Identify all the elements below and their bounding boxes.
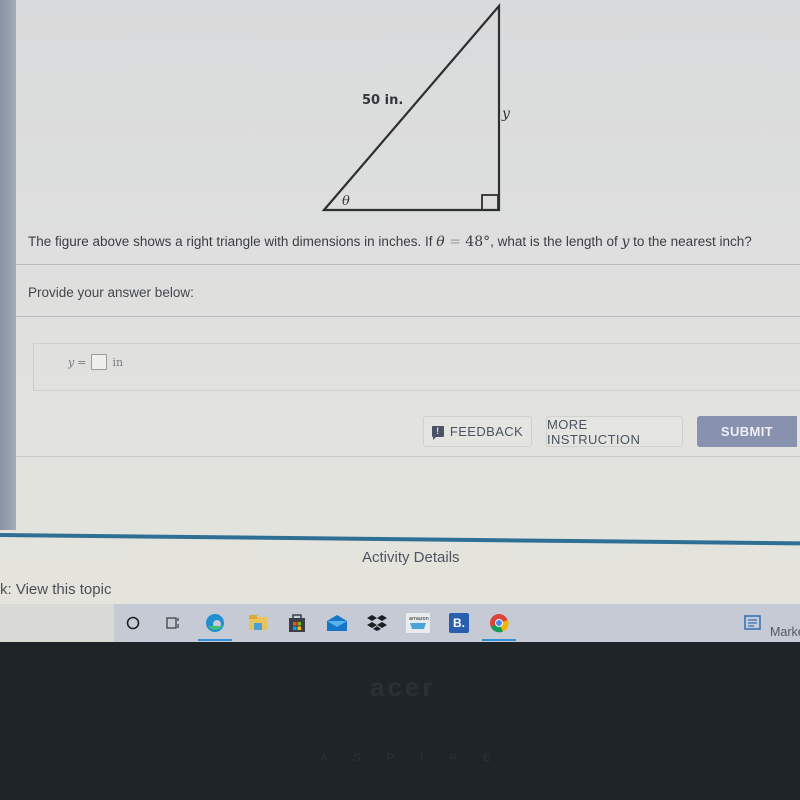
mail-icon [327, 615, 347, 631]
equals-sign: = [444, 234, 466, 250]
answer-unit: in [112, 355, 124, 369]
edge-icon [206, 614, 224, 632]
taskbar-right-label: Marke [770, 625, 800, 639]
activity-details-heading[interactable]: Activity Details [362, 549, 460, 566]
more-instruction-button[interactable]: MORE INSTRUCTION [546, 416, 683, 447]
taskbar-edge[interactable] [198, 610, 232, 641]
screen: 50 in. y θ The figure above shows a righ… [0, 0, 800, 642]
answer-row: y = in [68, 354, 123, 370]
triangle-figure: 50 in. y θ [321, 3, 511, 212]
search-circle-icon [126, 616, 140, 630]
feedback-label: FEEDBACK [449, 424, 524, 439]
active-indicator [482, 639, 516, 641]
left-scroll-strip [0, 0, 16, 530]
bezel-logo: acer [370, 672, 436, 702]
submit-button[interactable]: SUBMIT [697, 416, 797, 447]
taskbar-file-explorer[interactable] [245, 610, 271, 636]
answer-prompt: Provide your answer below: [28, 285, 194, 300]
section-divider [0, 533, 800, 546]
folder-icon [249, 615, 267, 630]
hypotenuse-label: 50 in. [362, 93, 403, 108]
task-view-icon [166, 617, 179, 629]
taskbar-amazon[interactable]: amazon [405, 610, 431, 636]
divider-bottom [16, 456, 800, 457]
amazon-icon: amazon [406, 613, 430, 633]
answer-variable: y [68, 355, 75, 369]
question-suffix: to the nearest inch? [629, 234, 752, 249]
taskbar-search[interactable] [120, 610, 146, 636]
taskbar-left-area [0, 604, 114, 642]
right-angle-marker [481, 194, 499, 211]
svg-text:amazon: amazon [409, 616, 429, 622]
answer-input[interactable] [91, 354, 108, 370]
taskbar-booking[interactable]: B. [446, 610, 472, 636]
windows-taskbar: amazon B. [0, 604, 800, 642]
booking-icon: B. [449, 613, 469, 633]
view-topic-link[interactable]: k: View this topic [0, 581, 111, 598]
answer-equals: = [77, 355, 87, 369]
feedback-button[interactable]: ! FEEDBACK [423, 416, 532, 447]
divider-mid [16, 316, 800, 317]
taskbar-mail[interactable] [324, 610, 350, 636]
question-text: The figure above shows a right triangle … [28, 234, 800, 250]
store-icon [289, 614, 305, 632]
bezel-brand: ASPIRE [320, 752, 517, 764]
active-indicator [198, 639, 232, 641]
angle-value: 48° [465, 234, 491, 250]
feedback-icon: ! [431, 426, 444, 440]
taskbar-dropbox[interactable] [364, 610, 390, 636]
question-panel: 50 in. y θ The figure above shows a righ… [16, 0, 800, 460]
angle-theta-label: θ [342, 194, 350, 209]
taskbar-chrome[interactable] [482, 610, 516, 641]
submit-label: SUBMIT [720, 424, 774, 439]
taskbar-task-view[interactable] [160, 610, 186, 636]
triangle-shape [321, 3, 501, 212]
taskbar-store[interactable] [284, 610, 310, 636]
dropbox-icon [367, 615, 387, 631]
chrome-icon [490, 614, 509, 633]
question-prefix: The figure above shows a right triangle … [28, 234, 437, 249]
side-y-label: y [501, 106, 511, 122]
divider-top [16, 264, 800, 265]
more-instruction-label: MORE INSTRUCTION [547, 416, 641, 447]
markup-icon [744, 615, 761, 630]
answer-area: y = in [33, 343, 800, 391]
taskbar-markup-app[interactable] [740, 610, 766, 636]
question-middle: , what is the length of [490, 234, 622, 249]
theta-symbol: θ [436, 234, 445, 250]
